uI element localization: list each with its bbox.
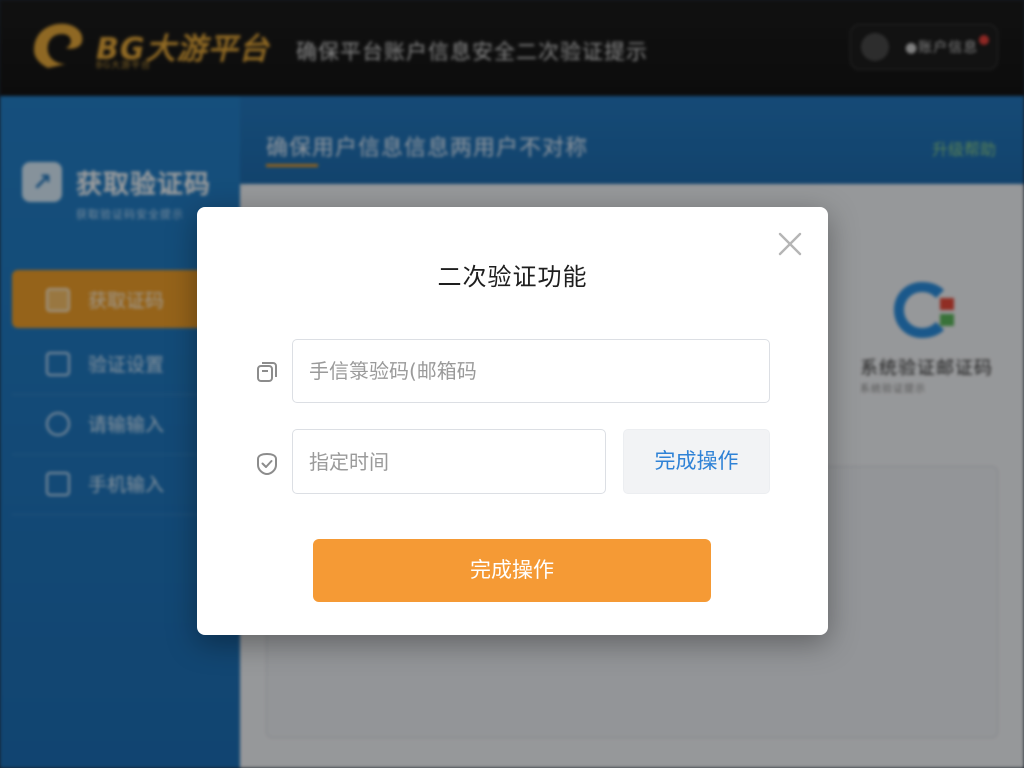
- submit-button[interactable]: 完成操作: [313, 539, 711, 602]
- copy-document-icon: [257, 362, 277, 382]
- verification-code-input[interactable]: [292, 339, 770, 403]
- shield-check-icon: [257, 452, 277, 476]
- time-input[interactable]: [292, 429, 606, 494]
- two-factor-dialog: 二次验证功能 完成操作 完成操作: [197, 207, 828, 635]
- dialog-title: 二次验证功能: [437, 263, 588, 291]
- get-code-button[interactable]: 完成操作: [623, 429, 770, 494]
- close-icon[interactable]: [775, 229, 805, 259]
